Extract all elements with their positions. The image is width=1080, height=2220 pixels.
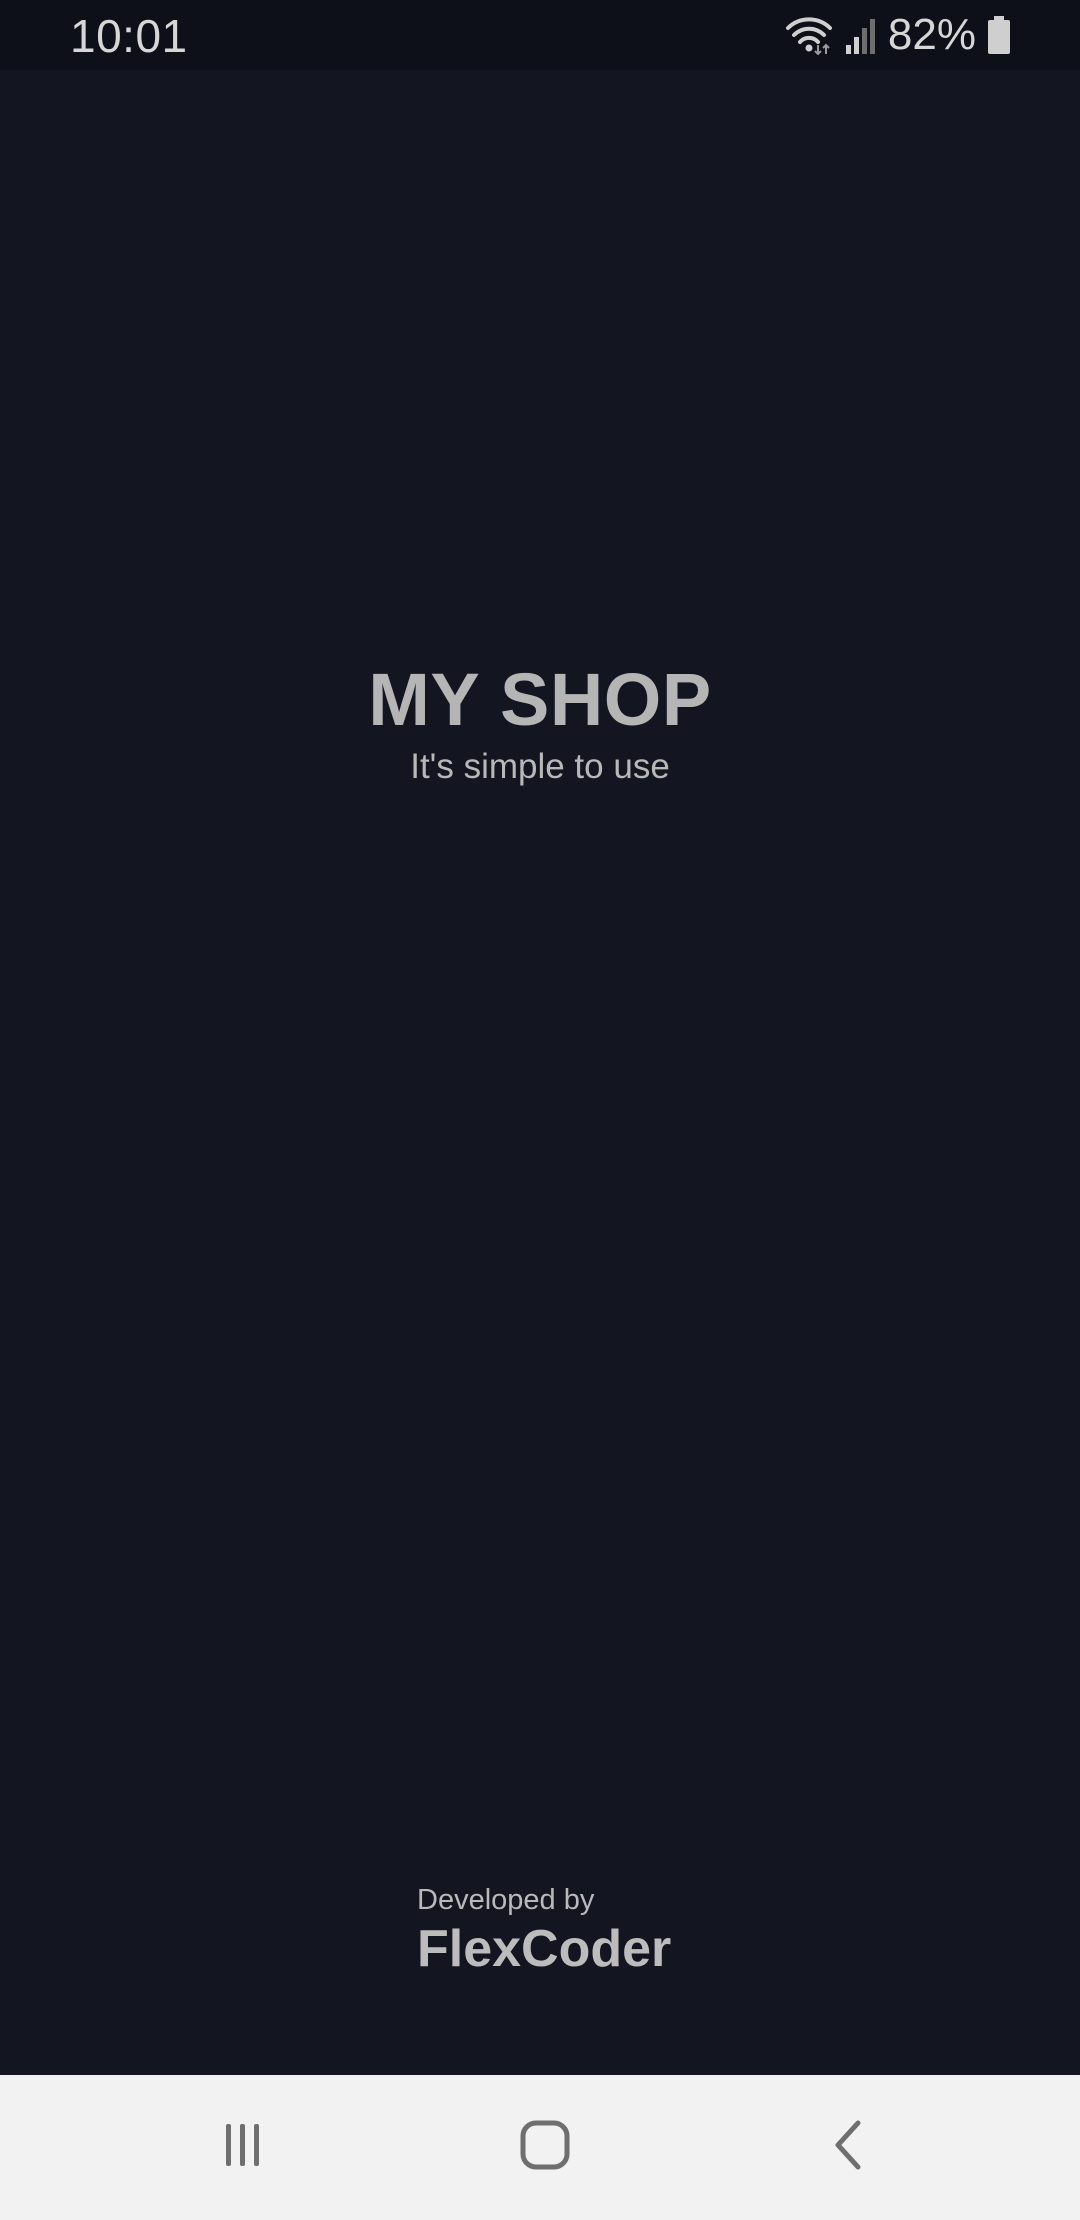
app-tagline: It's simple to use bbox=[410, 747, 670, 786]
home-icon bbox=[519, 2119, 571, 2176]
wifi-icon bbox=[784, 15, 834, 55]
battery-icon bbox=[986, 15, 1012, 55]
recent-apps-icon bbox=[218, 2120, 268, 2175]
battery-percent: 82% bbox=[887, 10, 976, 59]
back-icon bbox=[828, 2119, 868, 2176]
status-icons: 82% bbox=[784, 10, 1012, 60]
splash-screen: 10:01 82% MY SHOP It's simple to use Dev… bbox=[0, 0, 1080, 2220]
developer-credit: Developed by FlexCoder bbox=[417, 1882, 671, 1980]
home-button[interactable] bbox=[465, 2075, 625, 2220]
developed-by-label: Developed by bbox=[417, 1884, 595, 1916]
navigation-bar bbox=[0, 2075, 1080, 2220]
status-time: 10:01 bbox=[70, 10, 188, 62]
signal-icon bbox=[844, 15, 878, 55]
app-title: MY SHOP bbox=[368, 658, 712, 741]
splash-branding: MY SHOP It's simple to use bbox=[0, 655, 1080, 789]
back-button[interactable] bbox=[768, 2075, 928, 2220]
developer-name: FlexCoder bbox=[417, 1920, 672, 1978]
status-bar: 10:01 82% bbox=[0, 0, 1080, 70]
recent-apps-button[interactable] bbox=[163, 2075, 323, 2220]
